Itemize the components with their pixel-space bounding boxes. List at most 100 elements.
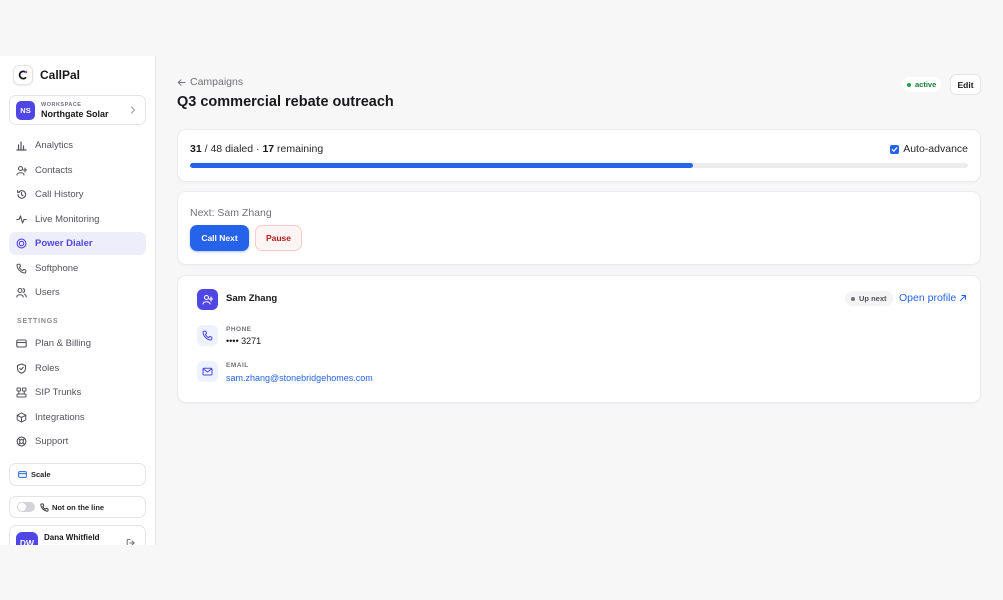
- sidebar-item-label: Call History: [35, 189, 84, 200]
- pause-button[interactable]: Pause: [255, 225, 302, 251]
- sidebar: CallPal NS WORKSPACE Northgate Solar Ana…: [0, 56, 156, 545]
- phone-label: PHONE: [226, 326, 252, 333]
- box-icon: [16, 411, 27, 423]
- remaining-suffix: remaining: [277, 143, 324, 155]
- auto-advance-label: Auto-advance: [903, 143, 968, 155]
- progress-bar-fill: [190, 163, 693, 168]
- sidebar-item-sip-trunks[interactable]: SIP Trunks: [9, 381, 146, 404]
- sidebar-item-label: Users: [35, 287, 60, 298]
- line-toggle[interactable]: [17, 502, 35, 512]
- workspace-label: WORKSPACE: [41, 101, 82, 108]
- sidebar-item-label: Power Dialer: [35, 238, 93, 249]
- contact-card: Sam Zhang Up next Open profile PHONE •••…: [177, 275, 981, 403]
- lifebuoy-icon: [16, 436, 27, 447]
- logout-icon[interactable]: [126, 538, 136, 545]
- main-content: Campaigns Q3 commercial rebate outreach …: [156, 56, 1003, 545]
- settings-nav: Plan & Billing Roles SIP Trunks Integrat…: [9, 332, 146, 455]
- chevron-right-icon: [130, 106, 136, 114]
- status-badge: active: [902, 77, 942, 92]
- edit-button[interactable]: Edit: [950, 74, 981, 95]
- back-link[interactable]: Campaigns: [190, 76, 243, 88]
- arrow-left-icon: [177, 78, 186, 86]
- target-icon: [16, 238, 27, 249]
- sidebar-item-live-monitoring[interactable]: Live Monitoring: [9, 208, 146, 231]
- sidebar-item-roles[interactable]: Roles: [9, 357, 146, 380]
- app-name: CallPal: [40, 68, 81, 82]
- breadcrumb[interactable]: Campaigns: [177, 76, 243, 88]
- bar-chart-icon: [16, 141, 27, 151]
- sidebar-item-contacts[interactable]: Contacts: [9, 159, 146, 182]
- up-next-text: Up next: [859, 294, 887, 303]
- brand[interactable]: CallPal: [13, 65, 80, 85]
- user-card[interactable]: DW Dana Whitfield: [9, 525, 146, 545]
- callpal-logo-icon: [13, 65, 33, 85]
- credit-card-icon: [16, 339, 27, 348]
- status-text: active: [915, 80, 937, 89]
- up-next-dot: [851, 296, 855, 301]
- sidebar-item-power-dialer[interactable]: Power Dialer: [9, 232, 146, 255]
- auto-advance-checkbox[interactable]: Auto-advance: [890, 143, 968, 155]
- call-next-button[interactable]: Call Next: [190, 225, 249, 251]
- sidebar-item-label: Softphone: [35, 262, 79, 274]
- sidebar-item-label: Roles: [35, 362, 60, 374]
- up-next-badge: Up next: [845, 291, 893, 306]
- contact-user-icon: [197, 289, 218, 310]
- progress-summary: 31 / 48 dialed · 17 remaining: [190, 143, 324, 155]
- workspace-avatar: NS: [16, 100, 35, 120]
- progress-bar: [190, 163, 968, 168]
- sidebar-item-analytics[interactable]: Analytics: [9, 134, 146, 157]
- app-window: CallPal NS WORKSPACE Northgate Solar Ana…: [0, 56, 1003, 545]
- phone-icon: [40, 503, 49, 512]
- sidebar-item-label: Support: [35, 436, 69, 447]
- checkbox-checked-icon[interactable]: [890, 144, 900, 154]
- external-link-icon: [960, 295, 967, 301]
- sidebar-nav: Analytics Contacts Call History Live Mon…: [9, 134, 146, 306]
- email-link[interactable]: sam.zhang@stonebridgehomes.com: [226, 373, 373, 383]
- phone-icon: [197, 325, 218, 346]
- line-status-label: Not on the line: [52, 502, 105, 512]
- settings-section-label: SETTINGS: [17, 318, 59, 325]
- avatar: DW: [16, 532, 38, 545]
- email-label: EMAIL: [226, 362, 249, 369]
- sidebar-item-softphone[interactable]: Softphone: [9, 257, 146, 280]
- sidebar-item-label: Live Monitoring: [35, 213, 100, 225]
- sidebar-item-label: Contacts: [35, 164, 73, 176]
- sidebar-item-integrations[interactable]: Integrations: [9, 406, 146, 429]
- history-icon: [17, 189, 27, 199]
- contact-name: Sam Zhang: [226, 293, 278, 304]
- phone-value: •••• 3271: [226, 336, 262, 346]
- next-call-card: Next: Sam Zhang Call Next Pause: [177, 191, 981, 265]
- shield-icon: [16, 362, 27, 374]
- plan-badge[interactable]: Scale: [9, 463, 146, 486]
- progress-card: 31 / 48 dialed · 17 remaining Auto-advan…: [177, 129, 981, 182]
- dialed-count: 31: [190, 143, 202, 155]
- users-icon: [16, 287, 27, 298]
- workspace-name: Northgate Solar: [41, 108, 109, 119]
- mail-icon: [197, 361, 218, 382]
- network-icon: [16, 387, 27, 398]
- credit-card-icon: [18, 471, 27, 478]
- sidebar-item-label: SIP Trunks: [35, 387, 82, 398]
- sidebar-item-users[interactable]: Users: [9, 281, 146, 304]
- sidebar-item-support[interactable]: Support: [9, 430, 146, 453]
- remaining-count: 17: [262, 143, 275, 155]
- workspace-switcher[interactable]: NS WORKSPACE Northgate Solar: [9, 95, 146, 125]
- plan-name: Scale: [31, 470, 51, 479]
- sidebar-item-call-history[interactable]: Call History: [9, 183, 146, 206]
- phone-icon: [16, 263, 27, 273]
- sidebar-item-label: Analytics: [35, 140, 74, 151]
- status-dot: [907, 82, 911, 87]
- page-title: Q3 commercial rebate outreach: [177, 94, 394, 110]
- activity-icon: [16, 214, 27, 224]
- total-count: 48: [210, 143, 223, 155]
- sidebar-item-plan-billing[interactable]: Plan & Billing: [9, 332, 146, 355]
- user-name: Dana Whitfield: [44, 533, 100, 542]
- dialed-suffix: dialed: [225, 143, 254, 155]
- user-plus-icon: [16, 165, 27, 176]
- next-contact-label: Next: Sam Zhang: [190, 207, 272, 219]
- line-status: Not on the line: [9, 496, 146, 518]
- open-profile-label: Open profile: [899, 292, 957, 304]
- sidebar-item-label: Plan & Billing: [35, 338, 91, 349]
- open-profile-link[interactable]: Open profile: [899, 292, 967, 304]
- sidebar-item-label: Integrations: [35, 411, 85, 423]
